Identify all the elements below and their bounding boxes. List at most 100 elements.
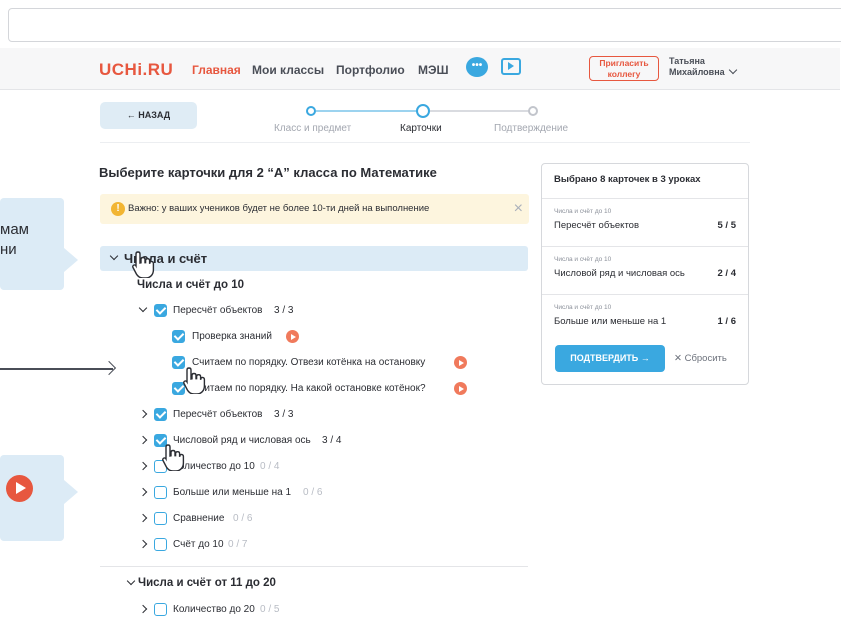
nav-mesh[interactable]: МЭШ xyxy=(418,63,449,77)
browser-address-bar[interactable] xyxy=(8,8,841,42)
section-numbers[interactable]: Числа и счёт xyxy=(100,246,528,271)
invite-line-2: коллегу xyxy=(607,69,641,79)
tree-row-label: Счёт до 10 xyxy=(173,539,224,550)
tree-row-more-less[interactable]: Больше или меньше на 1 0 / 6 xyxy=(138,486,440,502)
lesson-caption: Числа и счёт до 10 xyxy=(554,256,612,263)
nav-portfolio[interactable]: Портфолио xyxy=(336,63,405,77)
tree-row-count: 0 / 7 xyxy=(228,539,248,550)
chevron-down-icon xyxy=(109,251,119,261)
play-icon xyxy=(6,475,33,502)
hand-cursor-icon xyxy=(183,367,206,394)
lesson-caption: Числа и счёт до 10 xyxy=(554,304,612,311)
lesson-name: Пересчёт объектов xyxy=(554,220,640,231)
tree-row-label: Сравнение xyxy=(173,513,225,524)
lesson-caption: Числа и счёт до 10 xyxy=(554,208,612,215)
divider xyxy=(100,566,528,567)
warning-banner: ! Важно: у ваших учеников будет не более… xyxy=(100,194,529,224)
nav-my-classes[interactable]: Мои классы xyxy=(252,63,324,77)
confirm-button[interactable]: ПОДТВЕРДИТЬ → xyxy=(555,345,665,372)
warning-icon: ! xyxy=(111,202,125,216)
step-label-cards: Карточки xyxy=(400,123,442,134)
chat-icon[interactable]: ••• xyxy=(466,57,488,77)
tree-row-number-line[interactable]: Числовой ряд и числовая ось 3 / 4 xyxy=(138,434,440,450)
lesson-count: 1 / 6 xyxy=(717,316,737,327)
step-dot-class[interactable] xyxy=(306,106,316,116)
tree-row-label: Проверка знаний xyxy=(192,331,272,342)
checkbox[interactable] xyxy=(154,512,167,525)
nav-home[interactable]: Главная xyxy=(192,63,241,77)
step-label-class: Класс и предмет xyxy=(274,123,352,134)
step-dot-confirm xyxy=(528,106,538,116)
checkbox[interactable] xyxy=(154,304,167,317)
tree-row-count: 3 / 3 xyxy=(274,305,294,316)
chevron-right-icon xyxy=(138,487,148,497)
tree-row-counting-objects-2[interactable]: Пересчёт объектов 3 / 3 xyxy=(138,408,440,424)
play-icon[interactable] xyxy=(286,330,299,343)
tree-leaf-kitten-stop[interactable]: Считаем по порядку. Отвези котёнка на ос… xyxy=(172,356,472,372)
checkbox[interactable] xyxy=(154,538,167,551)
checkbox[interactable] xyxy=(172,330,185,343)
chevron-right-icon xyxy=(138,539,148,549)
tree-row-label: Количество до 20 xyxy=(173,604,255,615)
callout-line-1: мам xyxy=(0,221,29,238)
pointer-line xyxy=(0,368,113,370)
tree-row-count: 3 / 3 xyxy=(274,409,294,420)
chevron-down-icon xyxy=(138,303,148,313)
user-last-name: Михайловна xyxy=(669,65,737,78)
tree-row-quantity-10[interactable]: Количество до 10 0 / 4 xyxy=(138,460,440,476)
logo[interactable]: UCHi.RU xyxy=(99,60,173,80)
tree-row-count: 3 / 4 xyxy=(322,435,342,446)
step-dot-cards[interactable] xyxy=(416,104,430,118)
hand-cursor-icon xyxy=(162,444,185,471)
reset-button[interactable]: ✕ Сбросить xyxy=(674,345,727,372)
chevron-right-icon xyxy=(138,409,148,419)
tree-leaf-kitten-which-stop[interactable]: Считаем по порядку. На какой остановке к… xyxy=(172,382,472,398)
lesson-name: Больше или меньше на 1 xyxy=(554,316,667,327)
tree-leaf-knowledge-check[interactable]: Проверка знаний xyxy=(172,330,372,346)
subsection-11-20[interactable]: Числа и счёт от 11 до 20 xyxy=(126,576,426,593)
checkbox[interactable] xyxy=(154,603,167,616)
video-icon[interactable] xyxy=(501,58,521,75)
lesson-count: 2 / 4 xyxy=(717,268,737,279)
chevron-right-icon xyxy=(138,513,148,523)
tree-row-label: Считаем по порядку. Отвези котёнка на ос… xyxy=(192,357,426,368)
play-icon[interactable] xyxy=(454,382,467,395)
user-menu[interactable]: Татьяна Михайловна xyxy=(669,56,737,78)
tree-row-count: 0 / 6 xyxy=(233,513,253,524)
tree-row-label: Пересчёт объектов xyxy=(173,409,263,420)
stepper-line-todo xyxy=(430,110,534,112)
top-nav: UCHi.RU Главная Мои классы Портфолио МЭШ… xyxy=(0,48,840,90)
tree-row-counting-objects[interactable]: Пересчёт объектов 3 / 3 xyxy=(138,303,440,320)
tree-row-label: Числовой ряд и числовая ось xyxy=(173,435,311,446)
subsection-title: Числа и счёт от 11 до 20 xyxy=(138,577,276,589)
tree-row-comparison[interactable]: Сравнение 0 / 6 xyxy=(138,512,440,528)
tree-row-label: Считаем по порядку. На какой остановке к… xyxy=(192,383,426,394)
chevron-down-icon xyxy=(126,576,136,586)
checkbox[interactable] xyxy=(154,486,167,499)
chevron-right-icon xyxy=(138,435,148,445)
tree-row-count: 0 / 4 xyxy=(260,461,280,472)
selected-lesson[interactable]: Числа и счёт до 10 Больше или меньше на … xyxy=(542,294,748,342)
lesson-name: Числовой ряд и числовая ось xyxy=(554,268,685,279)
close-icon[interactable]: × xyxy=(514,194,523,224)
page-title: Выберите карточки для 2 “А” класса по Ма… xyxy=(99,165,437,180)
tree-row-quantity-20[interactable]: Количество до 20 0 / 5 xyxy=(138,603,440,619)
callout-tip xyxy=(64,480,78,504)
callout-text: мам ни xyxy=(0,220,29,260)
selected-lesson[interactable]: Числа и счёт до 10 Пересчёт объектов 5 /… xyxy=(542,198,748,246)
callout-tip xyxy=(64,248,78,272)
panel-title: Выбрано 8 карточек в 3 уроках xyxy=(554,174,701,185)
callout-line-2: ни xyxy=(0,241,17,258)
divider xyxy=(100,142,750,143)
tree-row-label: Больше или меньше на 1 xyxy=(173,487,292,498)
play-icon[interactable] xyxy=(454,356,467,369)
lesson-count: 5 / 5 xyxy=(717,220,737,231)
selected-lesson[interactable]: Числа и счёт до 10 Числовой ряд и числов… xyxy=(542,246,748,294)
checkbox[interactable] xyxy=(154,408,167,421)
chevron-right-icon xyxy=(138,604,148,614)
tree-row-label: Пересчёт объектов xyxy=(173,305,263,316)
tree-row-count-10[interactable]: Счёт до 10 0 / 7 xyxy=(138,538,440,554)
back-button[interactable]: ← НАЗАД xyxy=(100,102,197,129)
invite-colleague-button[interactable]: Пригласить коллегу xyxy=(589,56,659,81)
chevron-right-icon xyxy=(138,461,148,471)
